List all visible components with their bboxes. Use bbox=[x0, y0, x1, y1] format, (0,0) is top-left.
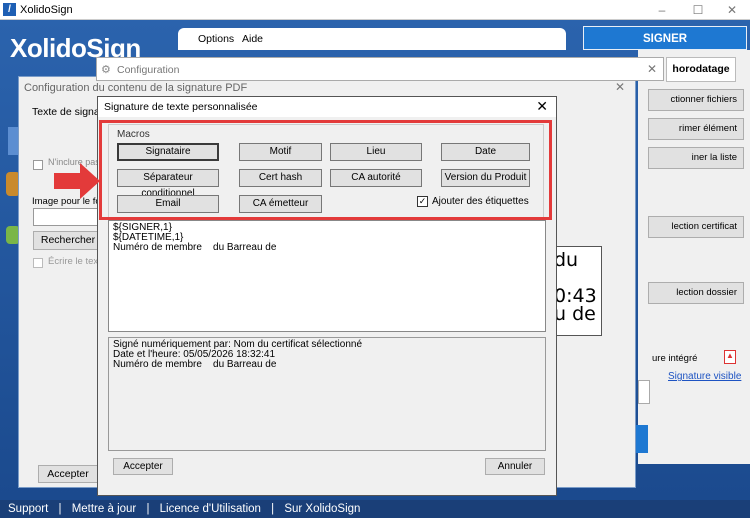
editor-line: Numéro de membre du Barreau de bbox=[113, 242, 277, 253]
macros-highlight-box bbox=[99, 120, 552, 220]
preview-line: u de bbox=[554, 303, 596, 325]
footer-separator: | bbox=[58, 503, 62, 515]
clear-list-button[interactable]: iner la liste bbox=[648, 147, 744, 169]
signature-text-preview: Signé numériquement par: Nom du certific… bbox=[108, 337, 546, 451]
dialog-close-icon[interactable]: ✕ bbox=[536, 98, 548, 115]
gear-icon: ⚙ bbox=[101, 64, 111, 76]
dialog-title: Signature de texte personnalisée bbox=[104, 101, 258, 113]
background-image-input[interactable] bbox=[33, 208, 103, 226]
pdf-icon: ▲ bbox=[724, 350, 736, 364]
footer-support-link[interactable]: Support bbox=[8, 503, 48, 515]
remove-item-button[interactable]: rimer élément bbox=[648, 118, 744, 140]
main-title-bar: / XolidoSign – ☐ ✕ bbox=[0, 0, 750, 20]
configuration-window: ⚙ Configuration ✕ bbox=[96, 57, 664, 81]
footer-separator: | bbox=[271, 503, 275, 515]
menu-help[interactable]: Aide bbox=[242, 33, 263, 45]
footer-bar: Support | Mettre à jour | Licence d'Util… bbox=[0, 500, 750, 518]
panel-scroll-edge bbox=[638, 380, 650, 404]
dialog-accept-button[interactable]: Accepter bbox=[113, 458, 173, 475]
footer-update-link[interactable]: Mettre à jour bbox=[72, 503, 137, 515]
preview-text-line: Numéro de membre du Barreau de bbox=[113, 359, 277, 370]
config-close-icon[interactable]: ✕ bbox=[615, 80, 625, 94]
tab-signer[interactable]: SIGNER bbox=[583, 26, 747, 50]
visible-signature-link[interactable]: Signature visible bbox=[668, 371, 741, 382]
app-logo-icon: / bbox=[3, 3, 16, 16]
dialog-title-bar: Signature de texte personnalisée ✕ bbox=[98, 97, 556, 117]
app-title: XolidoSign bbox=[20, 4, 73, 16]
minimize-icon[interactable]: – bbox=[648, 2, 676, 18]
preview-line: du bbox=[554, 249, 579, 271]
red-arrow-icon bbox=[54, 163, 100, 199]
browse-button[interactable]: Rechercher bbox=[33, 231, 103, 250]
tab-horodatage[interactable]: horodatage bbox=[666, 57, 736, 82]
configuration-close-icon[interactable]: ✕ bbox=[647, 62, 657, 76]
dialog-cancel-button[interactable]: Annuler bbox=[485, 458, 545, 475]
footer-license-link[interactable]: Licence d'Utilisation bbox=[160, 503, 261, 515]
write-text-checkbox[interactable] bbox=[33, 258, 43, 268]
maximize-icon[interactable]: ☐ bbox=[684, 2, 712, 18]
footer-about-link[interactable]: Sur XolidoSign bbox=[284, 503, 360, 515]
menu-options[interactable]: Options bbox=[198, 33, 234, 45]
select-folder-button[interactable]: lection dossier bbox=[648, 282, 744, 304]
exclude-checkbox[interactable] bbox=[33, 160, 43, 170]
embedded-signature-label: ure intégré bbox=[652, 353, 698, 364]
select-files-button[interactable]: ctionner fichiers bbox=[648, 89, 744, 111]
close-icon[interactable]: ✕ bbox=[718, 2, 746, 18]
config-accept-button[interactable]: Accepter bbox=[38, 465, 98, 483]
select-certificate-button[interactable]: lection certificat bbox=[648, 216, 744, 238]
configuration-title: Configuration bbox=[117, 64, 180, 76]
blue-accent-block bbox=[636, 425, 648, 453]
footer-separator: | bbox=[146, 503, 150, 515]
right-panel bbox=[638, 50, 750, 464]
signature-text-editor[interactable]: ${SIGNER,1} ${DATETIME,1} Numéro de membre… bbox=[108, 220, 546, 332]
menu-bar: Options Aide bbox=[178, 28, 566, 50]
config-window-title: Configuration du contenu de la signature… bbox=[24, 82, 248, 94]
